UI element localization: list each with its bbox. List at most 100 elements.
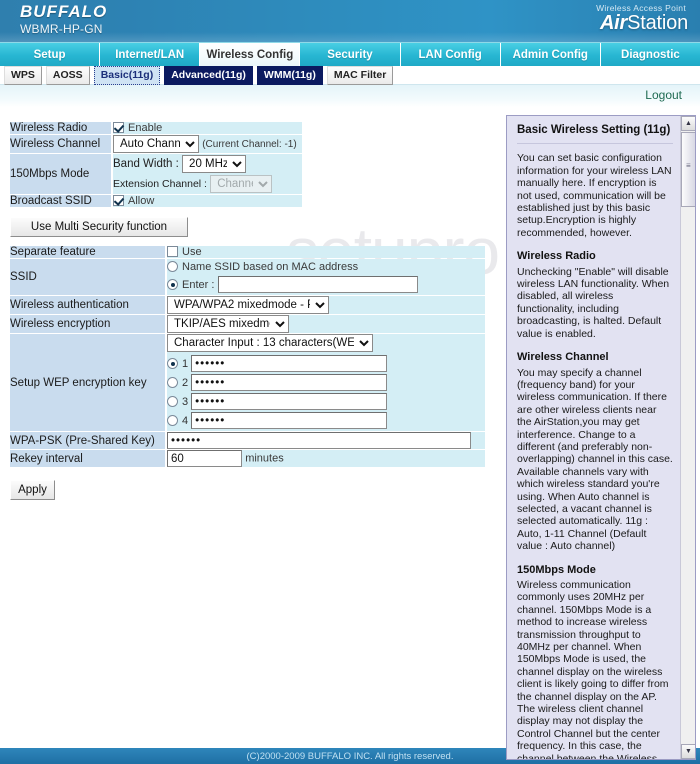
subtab-wps[interactable]: WPS — [4, 65, 42, 85]
scrollbar-thumb[interactable] — [681, 132, 695, 207]
tab-setup[interactable]: Setup — [0, 43, 101, 66]
wep-format-row: Character Input : 5 characters(WEP64)Cha… — [167, 334, 485, 352]
scroll-up-arrow-icon[interactable]: ▲ — [681, 116, 695, 131]
help-divider — [517, 143, 673, 145]
label-wireless-authentication: Wireless authentication — [10, 296, 167, 314]
table-row-broadcast-ssid: Broadcast SSID Allow — [10, 195, 302, 207]
wep-key-3-radio[interactable] — [167, 396, 178, 407]
wep-key-row: 4 — [167, 412, 485, 431]
current-channel-text: (Current Channel: -1) — [202, 139, 297, 151]
wep-key-row: 1 — [167, 355, 485, 374]
table-row-wireless-radio: Wireless Radio Enable — [10, 122, 302, 134]
bandwidth-select[interactable]: 20 MHz40 MHz — [182, 154, 247, 173]
bandwidth-row: Band Width : 20 MHz40 MHz — [113, 154, 302, 174]
separate-feature-use-label: Use — [182, 246, 202, 258]
wep-key-2-radio[interactable] — [167, 377, 178, 388]
help-title: Basic Wireless Setting (11g) — [517, 124, 671, 136]
settings-content: Wireless Radio Enable Wireless Channel A… — [0, 107, 500, 500]
ssid-mac-option-row: Name SSID based on MAC address — [167, 259, 485, 276]
wep-key-1-number: 1 — [182, 358, 189, 370]
logout-link[interactable]: Logout — [645, 88, 682, 102]
broadcast-ssid-allow-checkbox[interactable] — [113, 195, 124, 206]
tab-internet-lan[interactable]: Internet/LAN — [100, 43, 201, 66]
tab-wireless-config[interactable]: Wireless Config — [200, 43, 301, 66]
wpa-psk-input[interactable] — [167, 432, 471, 449]
value-broadcast-ssid: Allow — [113, 195, 302, 207]
help-scrollbar[interactable]: ▲ ▼ — [680, 116, 695, 759]
value-wireless-authentication: No authenticationWPA-PSKWPA2-PSKWPA/WPA2… — [167, 296, 485, 314]
ssid-enter-radio[interactable] — [167, 279, 178, 290]
apply-button[interactable]: Apply — [10, 480, 55, 500]
table-row-wireless-authentication: Wireless authentication No authenticatio… — [10, 296, 485, 314]
device-model: WBMR-HP-GN — [20, 22, 103, 36]
masthead: BUFFALO WBMR-HP-GN Wireless Access Point… — [0, 0, 700, 42]
separate-feature-use-checkbox[interactable] — [167, 246, 178, 257]
value-150mbps-mode: Band Width : 20 MHz40 MHz Extension Chan… — [113, 154, 302, 194]
wep-key-4-number: 4 — [182, 415, 189, 427]
wep-format-select[interactable]: Character Input : 5 characters(WEP64)Cha… — [167, 334, 373, 352]
label-ssid: SSID — [10, 259, 167, 295]
label-rekey-interval: Rekey interval — [10, 450, 167, 467]
subtab-wmm-11g-[interactable]: WMM(11g) — [256, 65, 323, 85]
value-wep-key: Character Input : 5 characters(WEP64)Cha… — [167, 334, 485, 431]
wireless-authentication-select[interactable]: No authenticationWPA-PSKWPA2-PSKWPA/WPA2… — [167, 296, 329, 314]
label-broadcast-ssid: Broadcast SSID — [10, 195, 113, 207]
airstation-logo-bold: Air — [599, 12, 628, 34]
table-row-separate-feature: Separate feature Use — [10, 246, 485, 258]
tab-lan-config[interactable]: LAN Config — [400, 43, 501, 66]
subtab-basic-11g-[interactable]: Basic(11g) — [93, 65, 161, 85]
broadcast-ssid-allow-label: Allow — [128, 195, 155, 207]
extension-channel-select[interactable]: Channel 4 — [210, 174, 273, 193]
label-wireless-encryption: Wireless encryption — [10, 315, 167, 333]
wep-key-row: 2 — [167, 374, 485, 393]
table-row-wireless-encryption: Wireless encryption No encryptionWEPTKIP… — [10, 315, 485, 333]
help-intro: You can set basic configuration informat… — [517, 152, 672, 239]
wep-key-2-input[interactable] — [191, 374, 388, 392]
help-section-body: Unchecking "Enable" will disable wireles… — [517, 265, 670, 340]
body-area: setupro Wireless Radio Enable Wireless C… — [0, 107, 700, 761]
wep-key-1-input[interactable] — [191, 355, 388, 373]
value-wireless-encryption: No encryptionWEPTKIPAESTKIP/AES mixedmod… — [167, 315, 485, 333]
table-row-rekey-interval: Rekey interval minutes — [10, 450, 485, 467]
wep-key-3-number: 3 — [182, 396, 189, 408]
extension-channel-row: Extension Channel : Channel 4 — [113, 174, 302, 194]
subtab-mac-filter[interactable]: MAC Filter — [326, 65, 394, 85]
wep-key-row: 3 — [167, 393, 485, 412]
help-panel: Basic Wireless Setting (11g) You can set… — [506, 115, 696, 760]
value-wpa-psk — [167, 432, 485, 449]
help-sections: Wireless Radio Unchecking "Enable" will d… — [517, 250, 673, 759]
wireless-radio-enable-label: Enable — [128, 122, 163, 134]
use-multi-security-function-button[interactable]: Use Multi Security function — [10, 217, 188, 237]
label-150mbps-mode: 150Mbps Mode — [10, 154, 113, 194]
table-row-150mbps-mode: 150Mbps Mode Band Width : 20 MHz40 MHz E… — [10, 154, 302, 194]
subtab-aoss[interactable]: AOSS — [45, 65, 90, 85]
ssid-enter-option-row: Enter : — [167, 276, 485, 295]
label-wpa-psk: WPA-PSK (Pre-Shared Key) — [10, 432, 167, 449]
wep-key-4-radio[interactable] — [167, 415, 178, 426]
wep-key-1-radio[interactable] — [167, 358, 178, 369]
table-row-wep-key: Setup WEP encryption key Character Input… — [10, 334, 485, 431]
table-row-ssid: SSID Name SSID based on MAC address Ente… — [10, 259, 485, 295]
sub-tab-bar: WPS AOSS Basic(11g) Advanced(11g) WMM(11g) MA… — [0, 65, 700, 85]
wireless-radio-enable-checkbox[interactable] — [113, 122, 124, 133]
wireless-channel-select[interactable]: Auto ChannelChannel 1Channel 2Channel 3C… — [113, 135, 199, 153]
airstation-logo: AirStation — [600, 12, 688, 35]
wep-key-4-input[interactable] — [191, 412, 388, 430]
ssid-enter-input[interactable] — [217, 276, 418, 294]
ssid-enter-label: Enter : — [182, 279, 215, 291]
help-section-body: You may specify a channel (frequency ban… — [517, 366, 673, 553]
wep-key-list: 1 2 3 4 — [167, 355, 485, 431]
wep-key-3-input[interactable] — [191, 393, 388, 411]
ssid-mac-radio[interactable] — [167, 261, 178, 272]
tab-security[interactable]: Security — [300, 43, 401, 66]
tab-diagnostic[interactable]: Diagnostic — [600, 43, 700, 66]
help-section-heading: Wireless Radio — [517, 250, 596, 263]
airstation-logo-rest: Station — [627, 12, 688, 34]
rekey-interval-input[interactable] — [167, 450, 242, 467]
security-settings-table: Separate feature Use SSID Name SSID base… — [10, 245, 485, 468]
table-row-wpa-psk: WPA-PSK (Pre-Shared Key) — [10, 432, 485, 449]
wireless-encryption-select[interactable]: No encryptionWEPTKIPAESTKIP/AES mixedmod… — [167, 315, 289, 333]
scroll-down-arrow-icon[interactable]: ▼ — [681, 744, 695, 759]
subtab-advanced-11g-[interactable]: Advanced(11g) — [164, 65, 253, 85]
tab-admin-config[interactable]: Admin Config — [500, 43, 601, 66]
